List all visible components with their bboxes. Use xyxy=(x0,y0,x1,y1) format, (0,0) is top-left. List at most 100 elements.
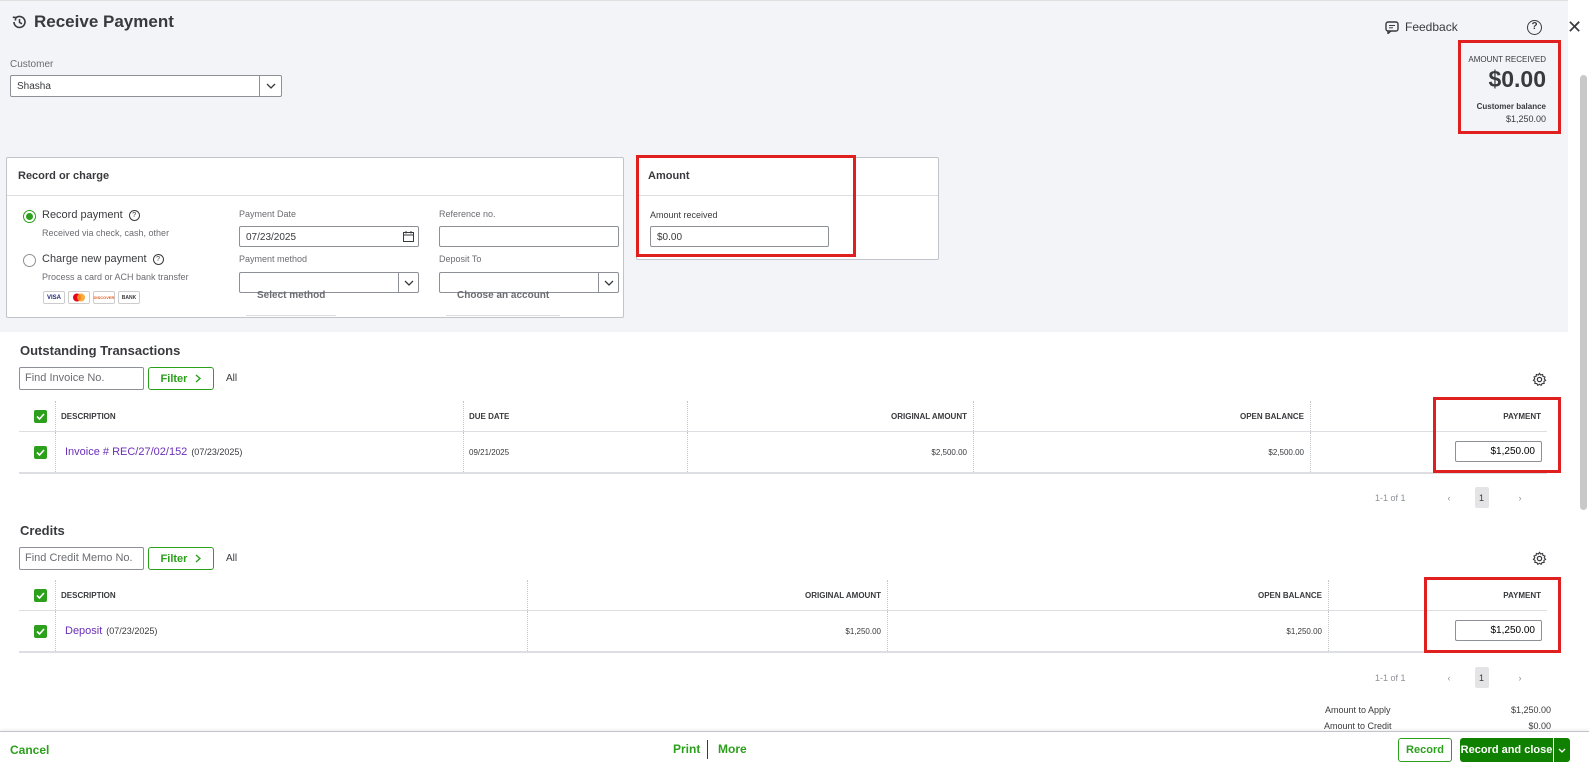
pager-text: 1-1 of 1 xyxy=(1375,492,1406,503)
col-original-amount: ORIGINAL AMOUNT xyxy=(891,411,967,421)
discover-icon: DISCOVER xyxy=(93,291,115,304)
page-button[interactable]: 1 xyxy=(1474,667,1489,688)
row-checkbox[interactable] xyxy=(34,611,54,651)
highlight-box xyxy=(1424,577,1561,653)
payment-date-label: Payment Date xyxy=(239,209,297,219)
chevron-right-icon[interactable]: › xyxy=(1519,673,1522,683)
col-open-balance: OPEN BALANCE xyxy=(1257,590,1322,600)
reference-label: Reference no. xyxy=(439,209,496,219)
charge-payment-sub: Process a card or ACH bank transfer xyxy=(42,272,189,282)
description-cell: Deposit (07/23/2025) xyxy=(59,611,519,651)
amount-to-credit-label: Amount to Credit xyxy=(1324,721,1392,731)
deposit-to-select[interactable]: Choose an account xyxy=(439,272,619,316)
customer-balance-label: Customer balance xyxy=(1476,102,1546,111)
record-and-close-label: Record and close xyxy=(1460,744,1553,756)
chevron-right-icon[interactable]: › xyxy=(1519,493,1522,503)
history-icon[interactable] xyxy=(10,13,28,31)
select-all-checkbox[interactable] xyxy=(34,401,54,431)
page-title: Receive Payment xyxy=(34,12,174,31)
reference-field[interactable] xyxy=(439,226,619,247)
amount-to-apply-label: Amount to Apply xyxy=(1325,705,1391,715)
customer-balance-value: $1,250.00 xyxy=(1505,114,1546,124)
bank-icon: BANK xyxy=(118,291,140,304)
scrollbar-thumb[interactable] xyxy=(1580,75,1587,510)
credits-pager: 1-1 of 1 ‹ 1 › xyxy=(1375,667,1522,688)
page-header: Receive Payment xyxy=(10,12,174,32)
page-button[interactable]: 1 xyxy=(1474,487,1489,508)
chat-icon xyxy=(1385,20,1399,34)
all-filter-label[interactable]: All xyxy=(226,553,237,564)
select-all-checkbox[interactable] xyxy=(34,580,54,610)
due-date-cell: 09/21/2025 xyxy=(469,447,510,457)
deposit-to-placeholder: Choose an account xyxy=(446,278,561,316)
amount-received-label: AMOUNT RECEIVED xyxy=(1468,55,1546,64)
customer-label: Customer xyxy=(10,59,54,70)
highlight-box xyxy=(636,155,856,257)
table-header: DESCRIPTION DUE DATE ORIGINAL AMOUNT OPE… xyxy=(19,401,1547,432)
chevron-down-icon[interactable] xyxy=(598,273,618,292)
record-and-close-button[interactable]: Record and close xyxy=(1460,738,1570,762)
amount-received-summary: AMOUNT RECEIVED $0.00 Customer balance $… xyxy=(1458,40,1561,134)
help-icon[interactable]: ? xyxy=(1527,20,1542,35)
record-payment-label: Record payment xyxy=(42,209,123,221)
outstanding-title: Outstanding Transactions xyxy=(20,343,181,358)
more-button[interactable]: More xyxy=(718,742,747,756)
feedback-button[interactable]: Feedback xyxy=(1385,20,1458,34)
footer-bar: Cancel Print More Record Record and clos… xyxy=(0,731,1589,766)
chevron-down-icon[interactable] xyxy=(398,273,418,292)
table-header: DESCRIPTION ORIGINAL AMOUNT OPEN BALANCE… xyxy=(19,580,1547,611)
record-payment-radio[interactable] xyxy=(23,210,36,223)
customer-value: Shasha xyxy=(17,81,51,92)
filter-label: Filter xyxy=(160,372,188,385)
deposit-link[interactable]: Deposit xyxy=(65,625,102,637)
chevron-down-icon[interactable] xyxy=(259,76,281,96)
invoice-link[interactable]: Invoice # REC/27/02/152 xyxy=(65,446,187,458)
close-icon[interactable]: ✕ xyxy=(1567,18,1582,36)
filter-button[interactable]: Filter xyxy=(148,547,214,570)
help-icon[interactable]: ? xyxy=(128,209,140,221)
table-row: Deposit (07/23/2025) $1,250.00 $1,250.00 xyxy=(19,611,1547,651)
gear-icon[interactable] xyxy=(1532,551,1547,566)
filter-label: Filter xyxy=(160,552,188,565)
original-amount-cell: $2,500.00 xyxy=(931,447,967,457)
record-button[interactable]: Record xyxy=(1398,738,1452,762)
amount-to-credit-value: $0.00 xyxy=(1528,721,1551,731)
scrollbar[interactable] xyxy=(1575,55,1589,731)
charge-payment-label: Charge new payment xyxy=(42,253,147,265)
chevron-left-icon[interactable]: ‹ xyxy=(1448,673,1451,683)
deposit-date: (07/23/2025) xyxy=(106,626,158,636)
highlight-box xyxy=(1433,397,1561,473)
open-balance-cell: $1,250.00 xyxy=(1286,626,1322,636)
record-payment-option[interactable]: Record payment? xyxy=(42,209,140,221)
pager-text: 1-1 of 1 xyxy=(1375,672,1406,683)
invoice-search-input[interactable]: Find Invoice No. xyxy=(19,367,144,390)
print-button[interactable]: Print xyxy=(673,742,700,756)
gear-icon[interactable] xyxy=(1532,372,1547,387)
credits-table: DESCRIPTION ORIGINAL AMOUNT OPEN BALANCE… xyxy=(19,580,1547,653)
record-or-charge-panel: Record or charge Record payment? Receive… xyxy=(6,157,624,318)
payment-date-field[interactable]: 07/23/2025 xyxy=(239,226,419,247)
chevron-right-icon xyxy=(195,554,202,563)
outstanding-pager: 1-1 of 1 ‹ 1 › xyxy=(1375,487,1522,508)
payment-method-select[interactable]: Select method xyxy=(239,272,419,316)
charge-payment-radio[interactable] xyxy=(23,254,36,267)
chevron-down-icon[interactable] xyxy=(1553,738,1570,762)
cancel-button[interactable]: Cancel xyxy=(10,743,49,757)
visa-icon: VISA xyxy=(43,291,65,304)
row-checkbox[interactable] xyxy=(34,432,54,472)
charge-payment-option[interactable]: Charge new payment? xyxy=(42,253,164,265)
credit-search-input[interactable]: Find Credit Memo No. xyxy=(19,547,144,570)
col-original-amount: ORIGINAL AMOUNT xyxy=(805,590,881,600)
record-payment-sub: Received via check, cash, other xyxy=(42,228,170,238)
calendar-icon[interactable] xyxy=(403,231,414,242)
all-filter-label[interactable]: All xyxy=(226,373,237,384)
col-description: DESCRIPTION xyxy=(61,590,116,600)
payment-method-label: Payment method xyxy=(239,254,308,264)
customer-select[interactable]: Shasha xyxy=(10,75,282,97)
filter-button[interactable]: Filter xyxy=(148,367,214,390)
payment-date-value: 07/23/2025 xyxy=(246,232,297,243)
help-icon[interactable]: ? xyxy=(152,253,164,265)
chevron-left-icon[interactable]: ‹ xyxy=(1448,493,1451,503)
payment-method-placeholder: Select method xyxy=(246,278,337,316)
description-cell: Invoice # REC/27/02/152 (07/23/2025) xyxy=(59,432,459,472)
